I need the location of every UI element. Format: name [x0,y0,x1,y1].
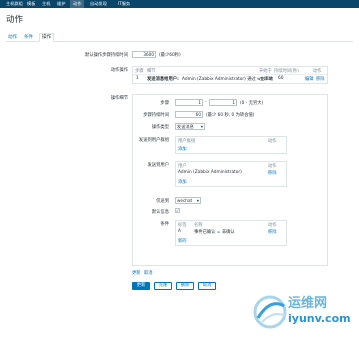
op-start: 立即地 [260,77,273,82]
users-action-header: 动作 [268,164,277,169]
action-operations-table: 步骤 细节 开始于 持续时间(秒) 动作 1 发送消息给用户: Admin (Z… [132,66,328,84]
op-edit-link[interactable]: 编辑 [305,76,314,82]
operation-details-label: 操作细节 [110,96,128,101]
op-detail-prefix: 发送消息给用户: [147,77,179,82]
tab-action[interactable]: 动作 [8,34,17,42]
send-to-groups-label: 发送到用户群组 [138,138,169,143]
send-to-users-label: 发送到用户 [147,163,169,168]
send-to-users-table: 用户 动作 Admin (Zabbix Administrator) 移除 添加 [175,161,287,187]
action-operations-label: 动作操作 [110,68,128,73]
cond-remove-link[interactable]: 移除 [268,229,277,235]
tab-conditions[interactable]: 条件 [24,34,33,42]
header-divider [133,74,327,75]
cond-name: 事件已确认 = 非确认 [194,230,235,235]
op-remove-link[interactable]: 移除 [316,76,325,82]
cond-tag-header: 标签 [178,223,187,228]
default-step-duration-hint: (最少60秒) [159,53,181,58]
nav-item-discovery[interactable]: 自动发现 [90,0,107,8]
conditions-table: 标签 名称 动作 A 事件已确认 = 非确认 移除 新的 [175,220,287,246]
users-col-header: 用户 [178,164,187,169]
steps-to-input[interactable]: 1 [209,99,237,106]
step-duration-label: 步骤持续时间 [143,113,169,118]
delete-button[interactable]: 删除 [176,282,194,290]
send-only-to-label: 仅送到 [156,199,169,204]
chevron-down-icon: ▾ [200,124,203,129]
top-navigation: 主机群组 模板 主机 维护 动作 自动发现 IT服务 [0,0,359,8]
send-to-groups-table: 用户群组 动作 添加 [175,136,287,154]
nav-item-maintenance[interactable]: 维护 [57,0,65,8]
operation-type-label: 操作类型 [151,125,169,130]
send-only-to-select[interactable]: wechat ▾ [175,197,201,204]
watermark-cn: 运维网 [288,296,328,311]
nav-item-host-groups[interactable]: 主机群组 [6,0,23,8]
cond-new-link[interactable]: 新的 [178,238,187,244]
clone-button[interactable]: 克隆 [154,282,172,290]
update-button[interactable]: 更新 [132,282,150,290]
steps-label: 步骤 [160,101,169,106]
cancel-operation-link[interactable]: 取消 [144,270,153,276]
add-user-link[interactable]: 添加 [178,179,187,185]
default-step-duration-input[interactable]: 3600 [132,51,156,58]
send-only-to-value: wechat [177,198,193,203]
steps-hint: (0 - 无穷大) [240,101,264,106]
operation-type-value: 发送消息 [177,124,194,129]
op-step: 1 [136,76,139,81]
operation-details-box: 步骤 1 - 1 (0 - 无穷大) 步骤持续时间 60 (最少 60 秒, 0… [132,94,328,266]
remove-user-link[interactable]: 移除 [268,170,277,176]
operation-type-select[interactable]: 发送消息 ▾ [175,123,205,130]
step-duration-hint: (最少 60 秒, 0 为转会值) [206,113,255,118]
steps-dash: - [205,100,207,105]
watermark-logo: 运维网 iyunv.com [250,290,355,334]
cond-action-header: 动作 [268,223,277,228]
add-group-link[interactable]: 添加 [178,146,187,152]
default-message-label: 默认信息 [151,210,169,215]
user-admin: Admin (Zabbix Administrator) [178,170,242,175]
default-step-duration-label: 默认操作步骤持续时间 [85,53,128,58]
cond-tag: A [178,229,181,234]
conditions-label: 条件 [160,222,169,227]
groups-action-header: 动作 [268,139,277,144]
update-operation-link[interactable]: 更新 [132,270,141,276]
step-duration-input[interactable]: 60 [175,111,203,118]
chevron-down-icon: ▾ [196,198,199,203]
nav-item-templates[interactable]: 模板 [27,0,35,8]
operations-form: 默认操作步骤持续时间 3600 (最少60秒) 动作操作 步骤 细节 开始于 持… [6,42,353,292]
nav-item-hosts[interactable]: 主机 [42,0,50,8]
cond-name-header: 名称 [194,223,203,228]
watermark-en: iyunv.com [288,312,351,325]
groups-col-header: 用户群组 [178,139,196,144]
nav-item-actions[interactable]: 动作 [70,0,85,8]
op-duration: 60 [278,76,284,81]
page-title: 动作 [6,15,24,25]
tab-bar: 动作 条件 操作 [6,33,353,42]
nav-item-it-services[interactable]: IT服务 [118,0,130,8]
cancel-button[interactable]: 取消 [198,282,216,290]
steps-from-input[interactable]: 1 [175,99,203,106]
tab-operations[interactable]: 操作 [39,33,54,42]
default-message-checkbox[interactable]: ✓ [175,208,180,213]
